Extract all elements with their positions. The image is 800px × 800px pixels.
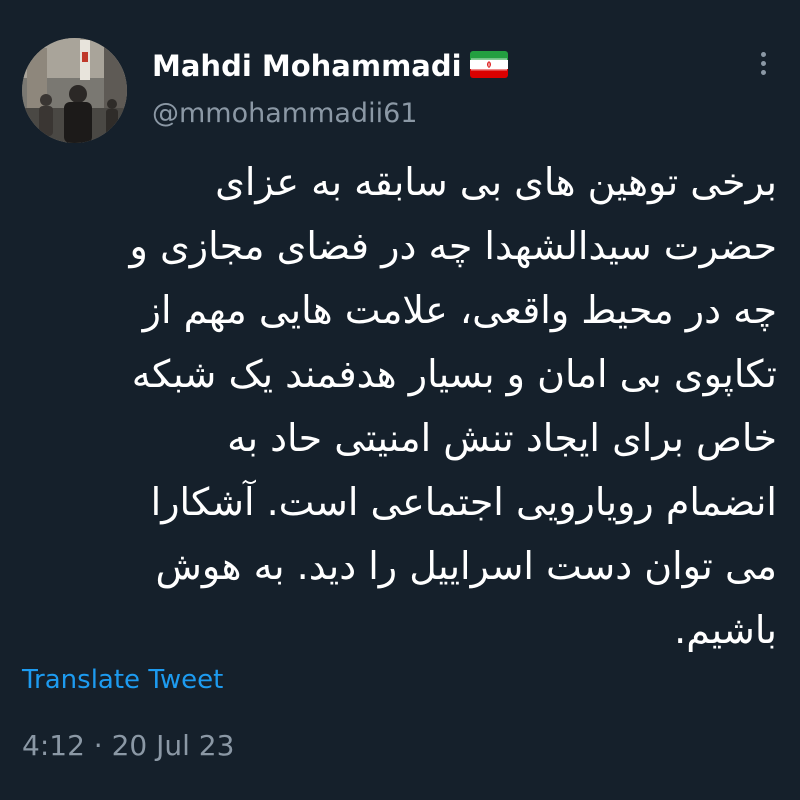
more-dot — [760, 52, 766, 57]
tweet-text: برخی توهین های بی سابقه به عزای حضرت سید… — [129, 160, 777, 652]
avatar-photo — [22, 38, 127, 143]
translate-tweet-link[interactable]: Translate Tweet — [22, 662, 223, 698]
more-dot — [760, 61, 766, 66]
tweet-card: Mahdi Mohammadi @mmohammadii61 برخی توهی… — [0, 0, 800, 800]
user-handle[interactable]: @mmohammadii61 — [152, 96, 417, 132]
tweet-timestamp[interactable]: 4:12 · 20 Jul 23 — [22, 728, 234, 764]
iran-flag-icon — [470, 51, 508, 78]
avatar[interactable] — [22, 38, 127, 143]
display-name[interactable]: Mahdi Mohammadi — [152, 44, 462, 88]
more-options-icon[interactable] — [748, 48, 778, 84]
more-dot — [760, 70, 766, 75]
